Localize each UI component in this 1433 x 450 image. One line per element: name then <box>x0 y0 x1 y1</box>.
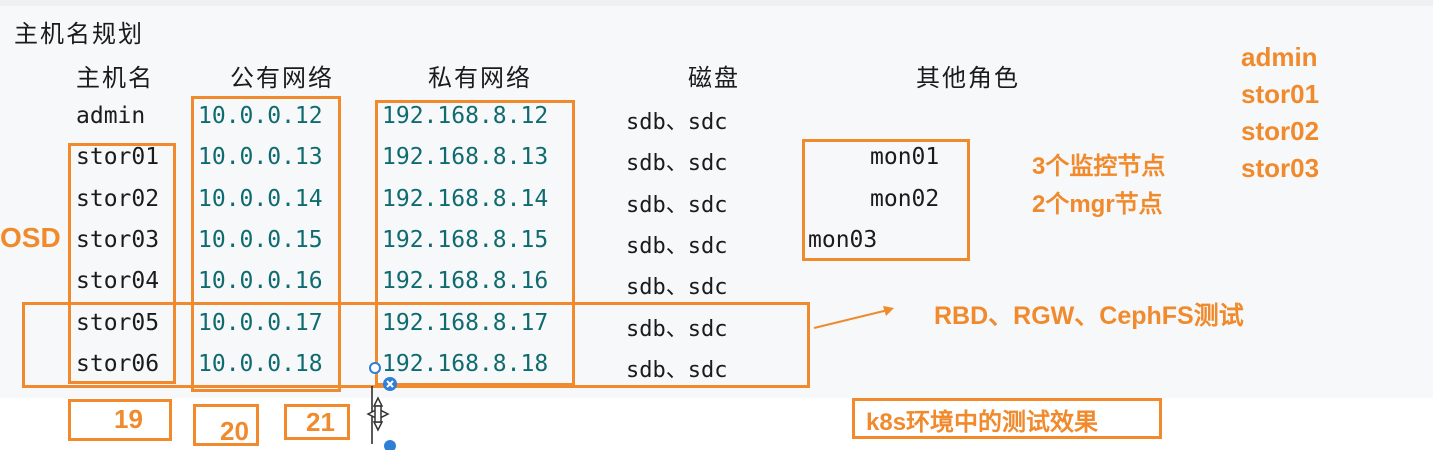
admin-list-item: stor01 <box>1241 79 1320 109</box>
monitor-nodes-label: 3个监控节点 <box>1032 153 1166 180</box>
admin-list-item: stor03 <box>1241 153 1320 183</box>
header-hostname: 主机名 <box>76 64 154 92</box>
disk-cell: sdb、sdc <box>626 234 728 259</box>
rbd-rgw-cephfs-label: RBD、RGW、CephFS测试 <box>934 302 1244 330</box>
header-other-roles: 其他角色 <box>916 64 1020 92</box>
header-public-network: 公有网络 <box>230 64 334 92</box>
selection-handles[interactable] <box>364 360 404 450</box>
top-edge <box>0 0 1433 6</box>
k8s-test-label: k8s环境中的测试效果 <box>866 409 1099 436</box>
disk-cell: sdb、sdc <box>626 110 728 135</box>
admin-list-item: stor02 <box>1241 116 1320 146</box>
osd-label: OSD <box>0 222 61 253</box>
disk-cell: sdb、sdc <box>626 193 728 218</box>
monitor-roles-box <box>802 139 970 261</box>
annotation-arrow-icon <box>813 306 894 329</box>
test-hosts-box <box>22 302 810 388</box>
admin-list-item: admin <box>1241 42 1318 72</box>
resize-handle-icon[interactable] <box>384 440 396 450</box>
count-21: 21 <box>306 407 335 437</box>
count-20: 20 <box>220 416 249 446</box>
hostname-cell: admin <box>76 103 146 129</box>
count-19: 19 <box>114 404 143 434</box>
rotate-handle-icon[interactable] <box>369 362 381 374</box>
disk-cell: sdb、sdc <box>626 151 728 176</box>
disk-cell: sdb、sdc <box>626 275 728 300</box>
header-private-network: 私有网络 <box>428 64 532 92</box>
mgr-nodes-label: 2个mgr节点 <box>1032 191 1163 218</box>
move-cursor-icon[interactable] <box>366 396 390 432</box>
section-title: 主机名规划 <box>14 20 144 48</box>
header-disk: 磁盘 <box>688 64 740 92</box>
